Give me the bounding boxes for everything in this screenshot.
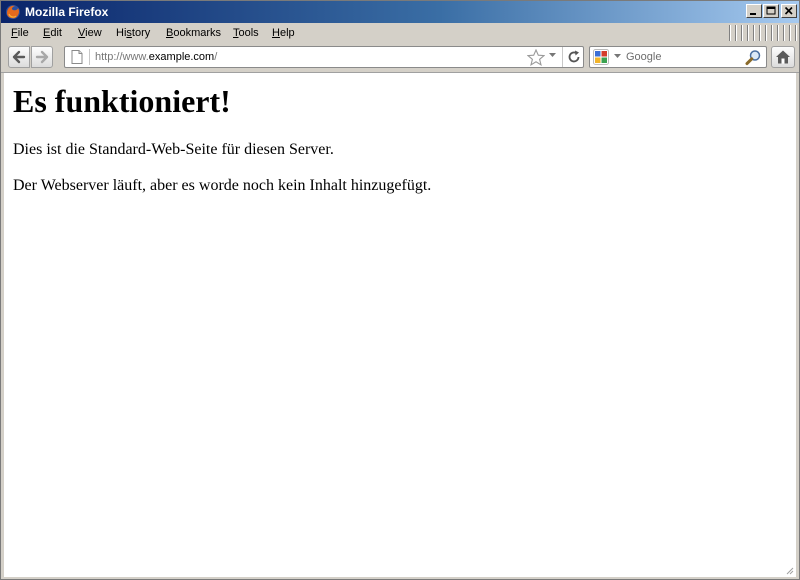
maximize-icon bbox=[766, 6, 776, 15]
google-icon[interactable] bbox=[593, 49, 609, 65]
back-button[interactable] bbox=[8, 46, 30, 68]
forward-button[interactable] bbox=[31, 46, 53, 68]
page-icon bbox=[71, 50, 83, 64]
close-button[interactable] bbox=[781, 4, 797, 18]
firefox-icon bbox=[6, 5, 20, 19]
back-arrow-icon bbox=[12, 50, 26, 64]
home-icon bbox=[776, 50, 790, 64]
url-text[interactable]: http://www.example.com/ bbox=[95, 51, 217, 64]
close-icon bbox=[784, 6, 793, 15]
title-bar[interactable]: Mozilla Firefox bbox=[1, 1, 799, 23]
magnifier-icon[interactable] bbox=[745, 49, 762, 66]
minimize-icon bbox=[750, 13, 756, 15]
menu-view[interactable]: View bbox=[78, 27, 102, 40]
navigation-toolbar: http://www.example.com/ Google bbox=[1, 43, 799, 73]
search-bar[interactable]: Google bbox=[589, 46, 767, 68]
forward-arrow-icon bbox=[35, 50, 49, 64]
window-title: Mozilla Firefox bbox=[25, 5, 109, 19]
page-content: Es funktioniert! Dies ist die Standard-W… bbox=[4, 73, 796, 577]
maximize-button[interactable] bbox=[763, 4, 779, 18]
menu-tools[interactable]: Tools bbox=[233, 27, 259, 40]
home-button[interactable] bbox=[771, 46, 795, 68]
minimize-button[interactable] bbox=[746, 4, 762, 18]
menu-edit[interactable]: Edit bbox=[43, 27, 62, 40]
resize-grip-icon[interactable] bbox=[784, 565, 794, 575]
menu-file[interactable]: File bbox=[11, 27, 29, 40]
url-bar[interactable]: http://www.example.com/ bbox=[64, 46, 584, 68]
menu-bookmarks[interactable]: Bookmarks bbox=[166, 27, 221, 40]
star-icon[interactable] bbox=[527, 49, 545, 66]
reload-icon[interactable] bbox=[567, 50, 581, 64]
menu-bar: File Edit View History Bookmarks Tools H… bbox=[1, 23, 799, 43]
toolbar-grip[interactable] bbox=[729, 25, 797, 41]
search-engine-dropdown-icon[interactable] bbox=[614, 54, 621, 59]
search-input[interactable]: Google bbox=[626, 51, 661, 64]
url-divider-2 bbox=[562, 47, 563, 67]
menu-history[interactable]: History bbox=[116, 27, 150, 40]
url-dropdown-icon[interactable] bbox=[549, 53, 556, 58]
browser-window: Mozilla Firefox File Edit View History B… bbox=[0, 0, 800, 580]
paragraph-2: Der Webserver läuft, aber es worde noch … bbox=[13, 177, 432, 194]
menu-help[interactable]: Help bbox=[272, 27, 295, 40]
url-divider bbox=[89, 49, 90, 65]
paragraph-1: Dies ist die Standard-Web-Seite für dies… bbox=[13, 141, 334, 158]
page-heading: Es funktioniert! bbox=[13, 83, 231, 119]
